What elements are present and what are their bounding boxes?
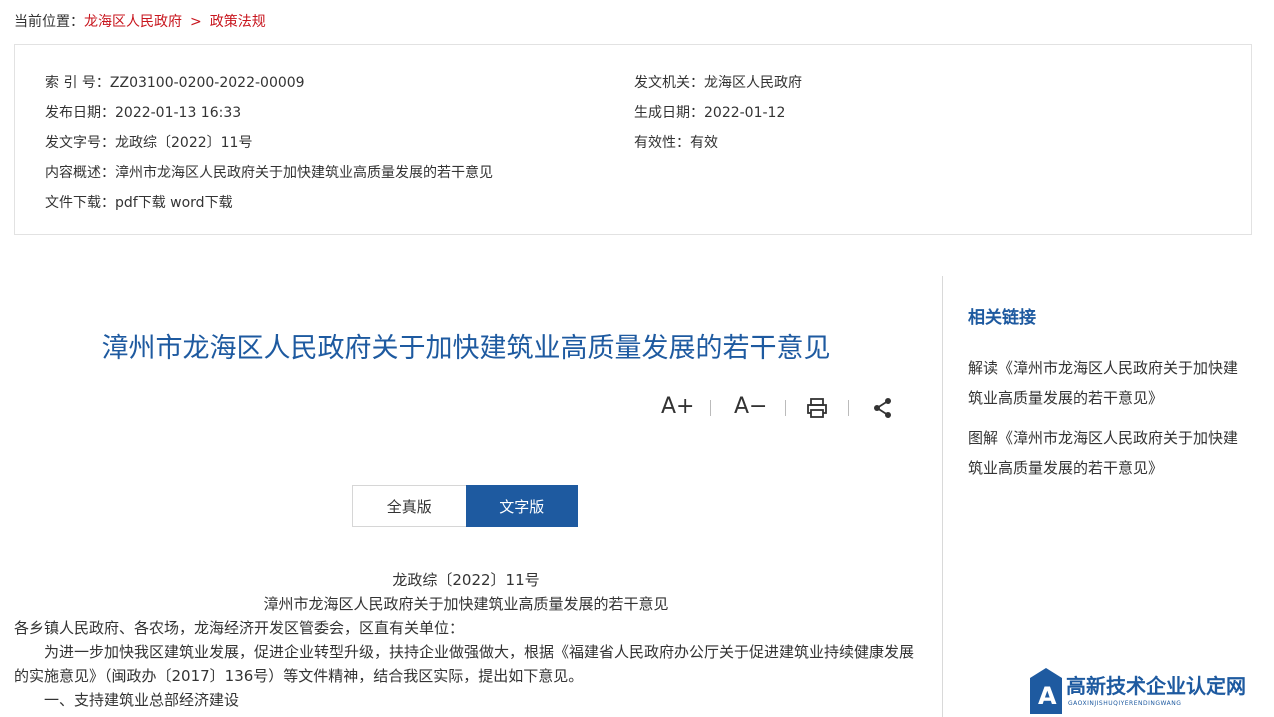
print-button[interactable] — [806, 397, 828, 425]
related-link-interpretation[interactable]: 解读《漳州市龙海区人民政府关于加快建筑业高质量发展的若干意见》 — [968, 353, 1248, 413]
meta-index: 索 引 号：ZZ03100-0200-2022-00009 — [45, 75, 305, 91]
doc-addressee: 各乡镇人民政府、各农场，龙海经济开发区管委会，区直有关单位： — [14, 619, 465, 637]
meta-summary: 内容概述：漳州市龙海区人民政府关于加快建筑业高质量发展的若干意见 — [45, 165, 493, 181]
doc-number-line: 龙政综〔2022〕11号 — [392, 571, 540, 589]
pdf-download-link[interactable]: pdf下载 — [115, 195, 166, 211]
tab-text-version[interactable]: 文字版 — [465, 485, 578, 527]
document-meta-panel: 索 引 号：ZZ03100-0200-2022-00009 发文机关：龙海区人民… — [14, 44, 1252, 235]
svg-text:A: A — [1038, 682, 1057, 710]
tool-divider — [710, 400, 711, 416]
breadcrumb-link-district[interactable]: 龙海区人民政府 — [84, 14, 182, 30]
meta-validity: 有效性：有效 — [634, 135, 718, 151]
related-link-infographic[interactable]: 图解《漳州市龙海区人民政府关于加快建筑业高质量发展的若干意见》 — [968, 423, 1248, 483]
watermark-subtext: GAOXINJISHUQIYERENDINGWANG — [1068, 700, 1182, 707]
version-tabs: 全真版 文字版 — [352, 485, 578, 527]
breadcrumb: 当前位置：龙海区人民政府 > 政策法规 — [14, 11, 266, 31]
meta-publish-date: 发布日期：2022-01-13 16:33 — [45, 105, 242, 121]
related-links-title: 相关链接 — [968, 308, 1036, 328]
watermark-text: 高新技术企业认定网 — [1066, 674, 1246, 698]
doc-subtitle: 漳州市龙海区人民政府关于加快建筑业高质量发展的若干意见 — [263, 595, 669, 613]
meta-doc-number: 发文字号：龙政综〔2022〕11号 — [45, 135, 253, 151]
share-button[interactable] — [872, 397, 894, 425]
doc-section-heading: 一、支持建筑业总部经济建设 — [44, 691, 240, 709]
tool-divider — [848, 400, 849, 416]
print-icon — [807, 398, 827, 418]
tool-divider — [785, 400, 786, 416]
document-body: 龙政综〔2022〕11号 漳州市龙海区人民政府关于加快建筑业高质量发展的若干意见… — [14, 568, 918, 712]
tab-full-version[interactable]: 全真版 — [352, 485, 466, 527]
site-watermark: A 高新技术企业认定网 GAOXINJISHUQIYERENDINGWANG — [1030, 668, 1274, 717]
breadcrumb-prefix: 当前位置： — [14, 14, 84, 30]
word-download-link[interactable]: word下载 — [170, 195, 232, 211]
doc-paragraph: 为进一步加快我区建筑业发展，促进企业转型升级，扶持企业做强做大，根据《福建省人民… — [14, 643, 915, 685]
meta-created-date: 生成日期：2022-01-12 — [634, 105, 786, 121]
share-icon — [874, 398, 891, 418]
column-divider — [942, 276, 943, 717]
article-title: 漳州市龙海区人民政府关于加快建筑业高质量发展的若干意见 — [101, 333, 831, 364]
breadcrumb-link-policy[interactable]: 政策法规 — [210, 14, 266, 30]
meta-issuer: 发文机关：龙海区人民政府 — [634, 75, 802, 91]
font-increase-button[interactable]: A+ — [661, 394, 694, 419]
breadcrumb-separator: > — [190, 14, 202, 30]
watermark-logo-icon: A — [1030, 668, 1062, 714]
meta-download: 文件下载：pdf下载 word下载 — [45, 195, 233, 211]
font-decrease-button[interactable]: A− — [734, 394, 767, 419]
